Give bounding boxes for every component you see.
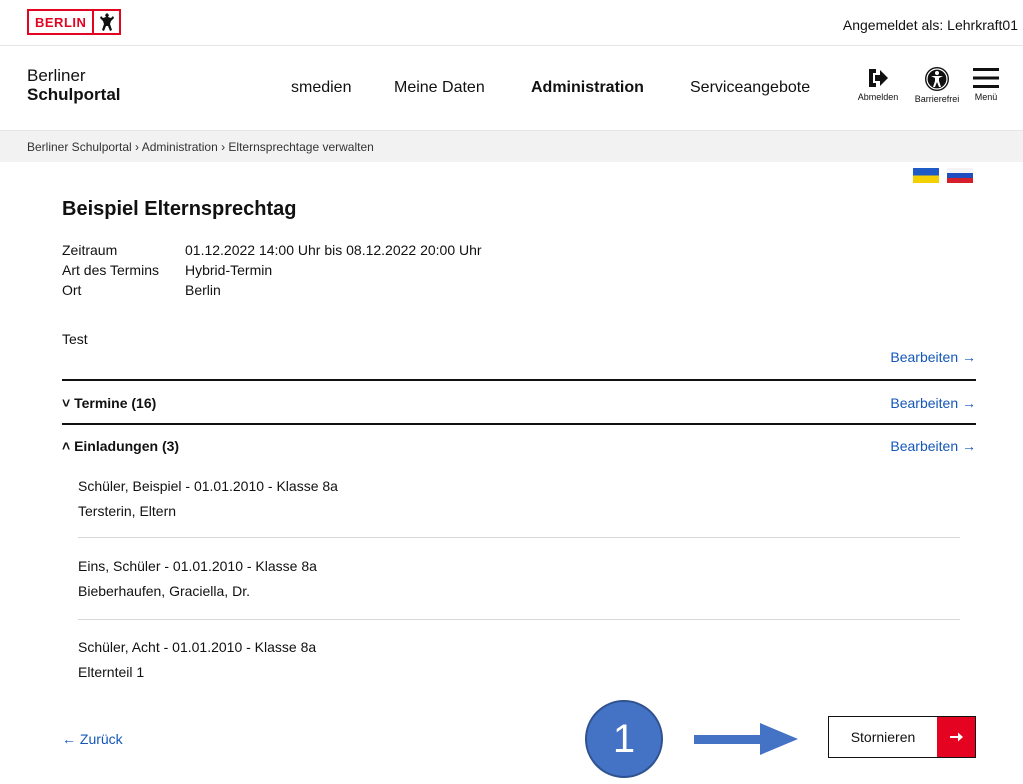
menu-label: Menü (974, 92, 998, 102)
berlin-logo[interactable]: BERLIN (27, 9, 121, 35)
step-marker: 1 (585, 700, 663, 778)
berlin-bear-icon (92, 11, 119, 33)
hamburger-menu-icon (973, 68, 999, 88)
ukrainian-flag-icon[interactable] (913, 168, 939, 183)
nav-item-meine-daten[interactable]: Meine Daten (394, 79, 485, 97)
termine-section-toggle[interactable]: ˅ Termine (16) (62, 395, 156, 411)
invitation-guardian: Tersterin, Eltern (78, 503, 177, 519)
accessibility-icon (925, 67, 949, 91)
invitation-guardian: Elternteil 1 (78, 664, 145, 680)
list-divider (78, 537, 960, 538)
info-key: Ort (62, 282, 82, 298)
login-status: Angemeldet als: Lehrkraft01 (842, 17, 1018, 33)
breadcrumb[interactable]: Berliner Schulportal › Administration › … (27, 140, 374, 154)
info-row-ort: Ort Berlin (62, 282, 482, 302)
russian-flag-icon[interactable] (947, 168, 973, 183)
brand-line2: Schulportal (27, 85, 121, 104)
annotation-arrow-icon (694, 723, 798, 755)
main-header: Berliner Schulportal smedien Meine Daten… (0, 46, 1023, 130)
nav-item-serviceangebote[interactable]: Serviceangebote (690, 79, 810, 97)
menu-button[interactable]: Menü (971, 66, 1001, 102)
back-link[interactable]: ← Zurück (62, 731, 123, 747)
info-row-zeitraum: Zeitraum 01.12.2022 14:00 Uhr bis 08.12.… (62, 242, 482, 262)
cancel-button[interactable]: Stornieren (828, 716, 976, 758)
nav-item-medien[interactable]: smedien (291, 79, 351, 97)
info-key: Art des Termins (62, 262, 159, 278)
event-description: Test (62, 331, 88, 347)
edit-event-link[interactable]: Bearbeiten → (890, 349, 976, 365)
info-row-art: Art des Termins Hybrid-Termin (62, 262, 482, 282)
info-value: Hybrid-Termin (185, 262, 273, 278)
nav-item-administration[interactable]: Administration (531, 79, 644, 97)
accessibility-button[interactable]: Barrierefrei (912, 66, 962, 104)
section-divider (62, 379, 976, 381)
top-bar: BERLIN Angemeldet als: Lehrkraft01 (0, 0, 1023, 46)
brand-line1: Berliner (27, 66, 86, 85)
einladungen-section-toggle[interactable]: ˄ Einladungen (3) (62, 438, 179, 454)
event-info: Zeitraum 01.12.2022 14:00 Uhr bis 08.12.… (62, 242, 482, 302)
page-title: Beispiel Elternsprechtag (62, 198, 297, 220)
section-divider (62, 423, 976, 425)
list-item: Schüler, Beispiel - 01.01.2010 - Klasse … (78, 474, 338, 524)
edit-einladungen-link[interactable]: Bearbeiten → (890, 438, 976, 454)
site-brand[interactable]: Berliner Schulportal (27, 66, 121, 104)
edit-termine-link[interactable]: Bearbeiten → (890, 395, 976, 411)
breadcrumb-bar: Berliner Schulportal › Administration › … (0, 130, 1023, 162)
list-item: Schüler, Acht - 01.01.2010 - Klasse 8a E… (78, 635, 316, 685)
invitation-student: Schüler, Acht - 01.01.2010 - Klasse 8a (78, 639, 317, 655)
list-divider (78, 619, 960, 620)
invitation-student: Schüler, Beispiel - 01.01.2010 - Klasse … (78, 478, 338, 494)
berlin-logo-text: BERLIN (35, 14, 87, 30)
logout-button[interactable]: Abmelden (855, 66, 901, 102)
info-value: Berlin (185, 282, 221, 298)
info-value: 01.12.2022 14:00 Uhr bis 08.12.2022 20:0… (185, 242, 482, 258)
arrow-right-icon (937, 717, 975, 757)
logout-label: Abmelden (857, 92, 899, 102)
invitation-guardian: Bieberhaufen, Graciella, Dr. (78, 583, 250, 599)
info-key: Zeitraum (62, 242, 118, 258)
invitation-student: Eins, Schüler - 01.01.2010 - Klasse 8a (78, 558, 317, 574)
logout-icon (869, 69, 888, 87)
cancel-button-label: Stornieren (850, 729, 916, 745)
accessibility-label: Barrierefrei (914, 94, 960, 104)
list-item: Eins, Schüler - 01.01.2010 - Klasse 8a B… (78, 554, 317, 604)
